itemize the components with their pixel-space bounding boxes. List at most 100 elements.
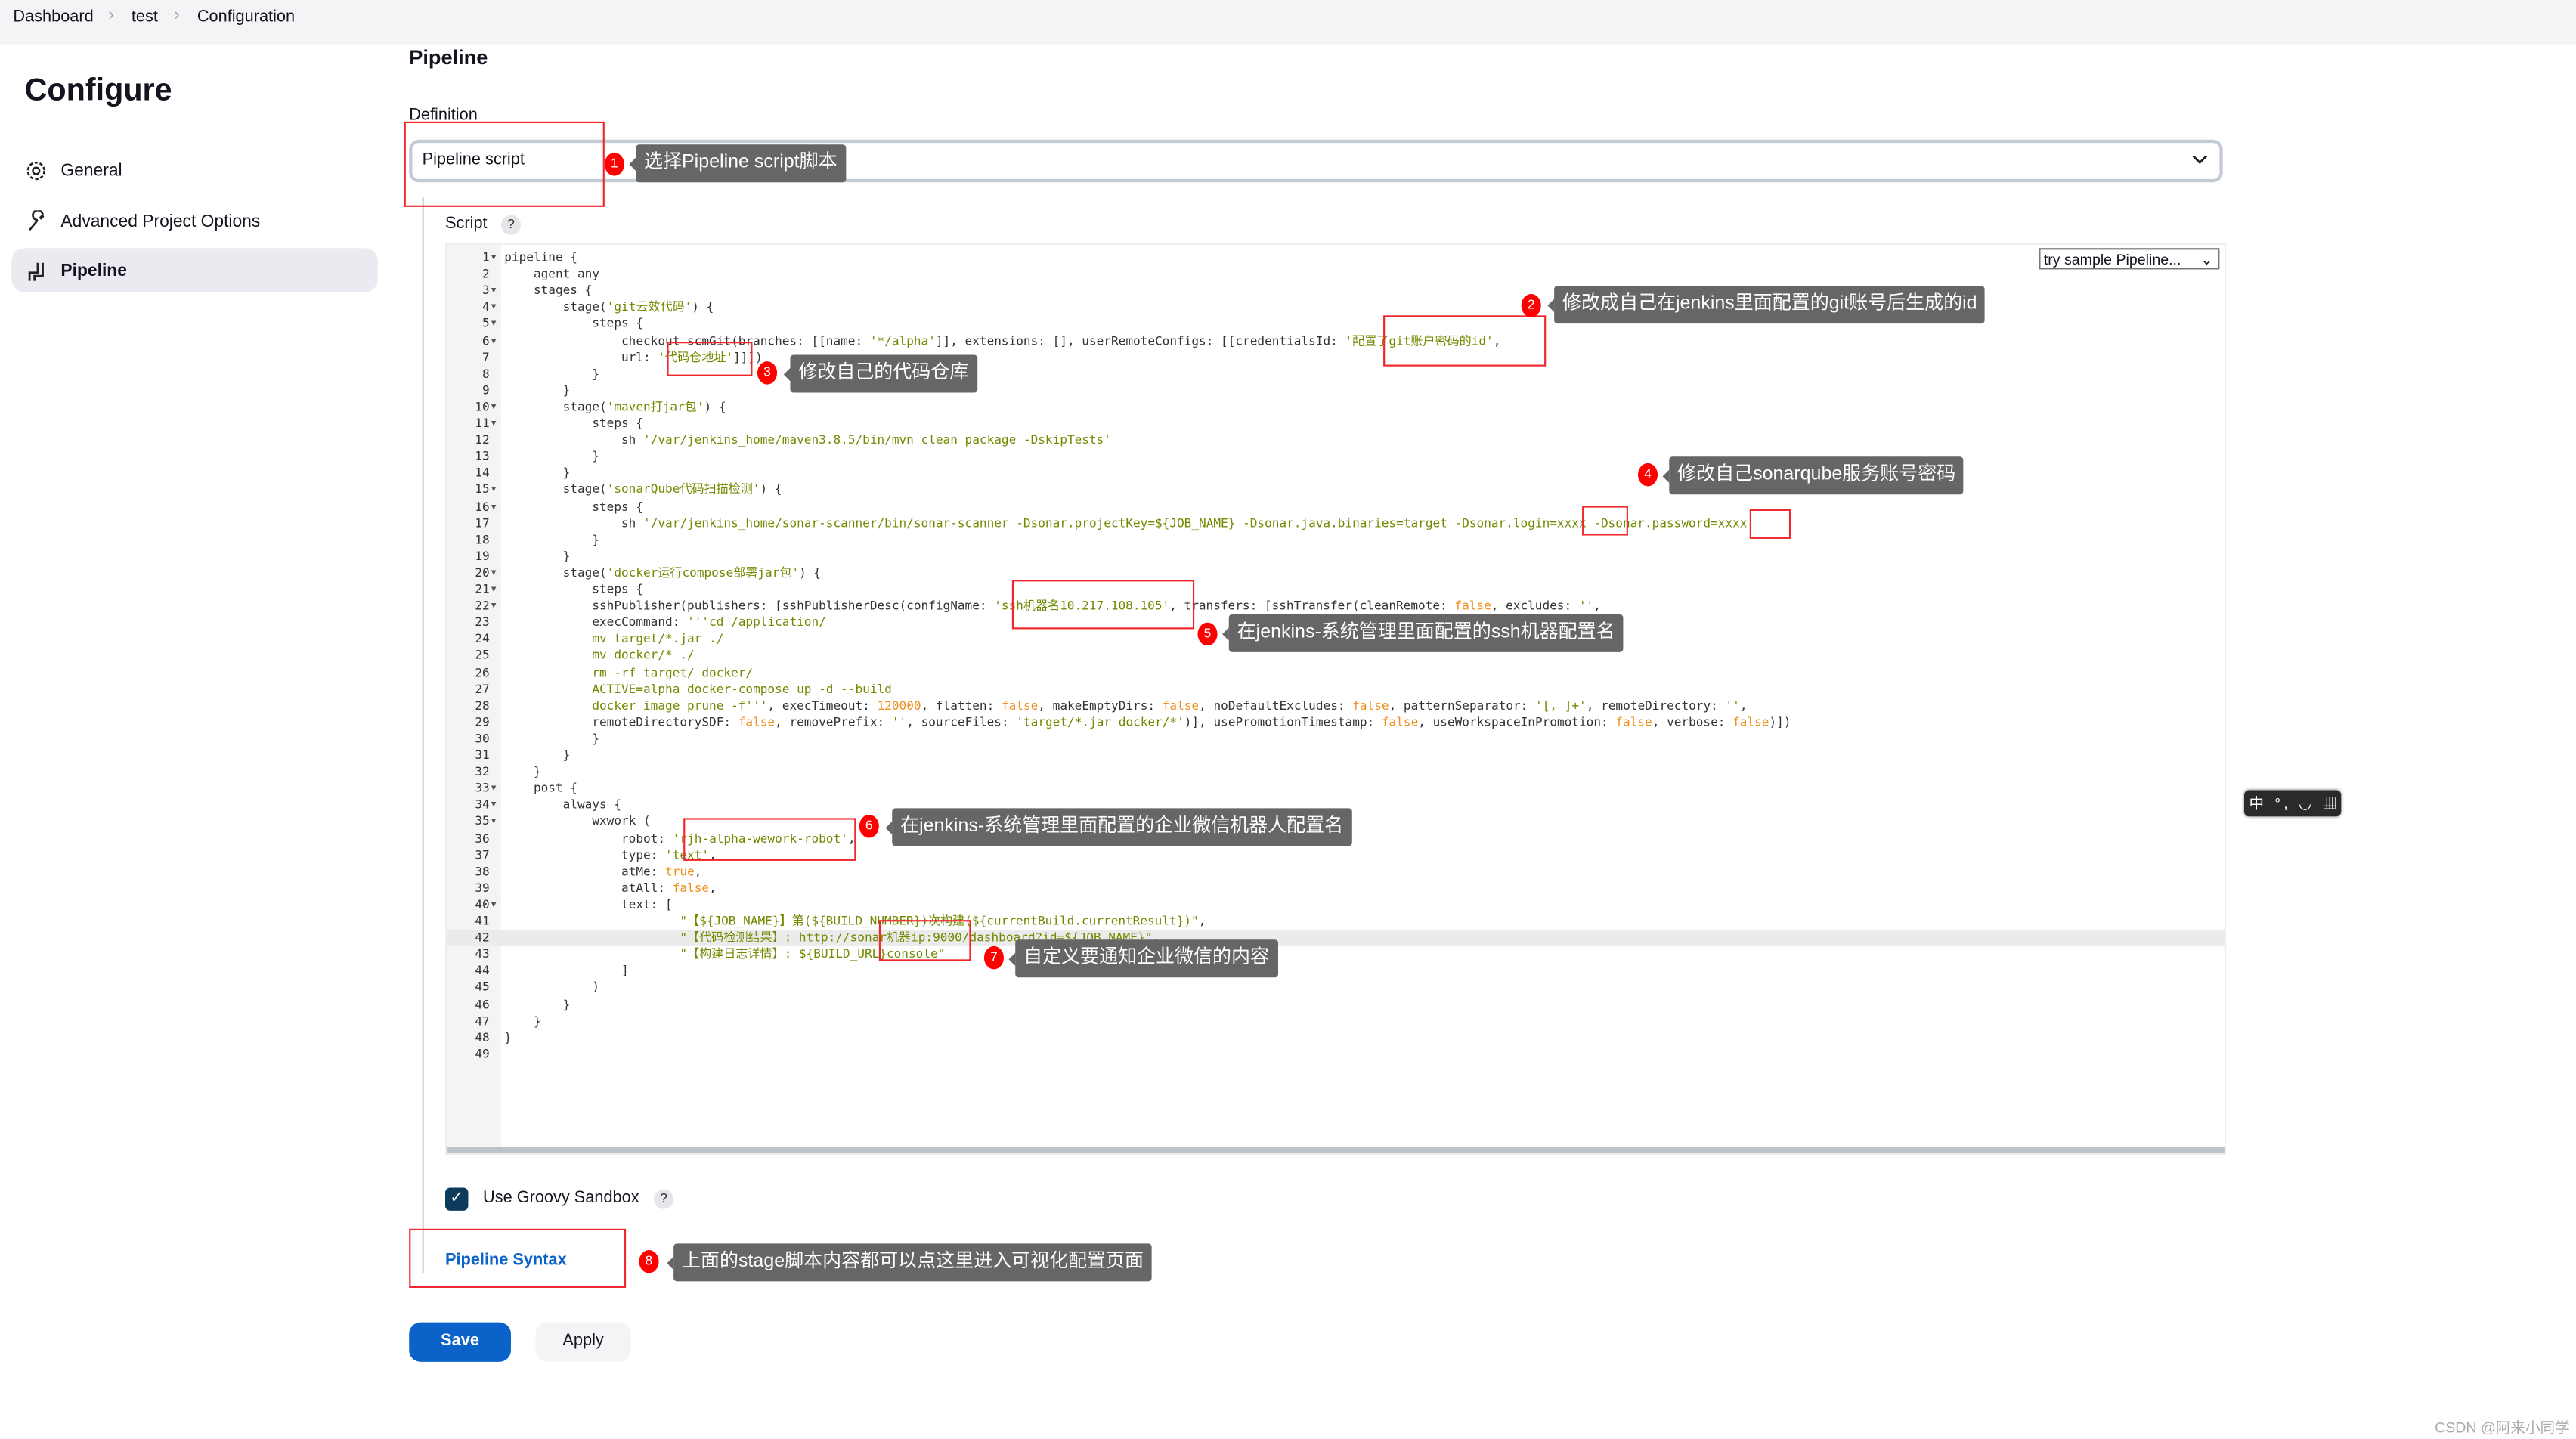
sidebar-item-label: General — [60, 159, 122, 180]
code-token: execCommand: — [504, 614, 688, 630]
fold-arrow-icon[interactable]: ▼ — [491, 598, 497, 614]
code-line[interactable]: 42 "【代码检测结果】: http://sonar机器ip:9000/dash… — [447, 930, 2225, 947]
code-line[interactable]: 21 ▼ steps { — [447, 581, 2225, 598]
fold-arrow-icon[interactable]: ▼ — [491, 482, 497, 499]
horizontal-scrollbar[interactable] — [447, 1147, 2225, 1153]
code-line[interactable]: 10 ▼ stage('maven打jar包') { — [447, 399, 2225, 416]
fold-arrow-icon[interactable]: ▼ — [491, 416, 497, 432]
code-line[interactable]: 1 ▼ pipeline { — [447, 249, 2225, 266]
code-line[interactable]: 48} — [447, 1029, 2225, 1046]
code-token: } — [504, 996, 571, 1011]
code-line[interactable]: 38 atMe: true, — [447, 864, 2225, 880]
pipeline-syntax-link[interactable]: Pipeline Syntax — [445, 1252, 567, 1270]
try-sample-pipeline-select[interactable]: try sample Pipeline... ⌄ — [2039, 248, 2220, 270]
sidebar-item-general[interactable]: General — [11, 148, 378, 193]
code-token: } — [504, 1029, 512, 1044]
code-line[interactable]: 39 atAll: false, — [447, 880, 2225, 897]
groovy-sandbox-label: Use Groovy Sandbox — [483, 1189, 639, 1208]
line-number: 18 — [475, 531, 490, 547]
fold-arrow-icon[interactable]: ▼ — [491, 333, 497, 349]
code-line[interactable]: 12 sh '/var/jenkins_home/maven3.8.5/bin/… — [447, 432, 2225, 449]
code-line[interactable]: 43 "【构建日志详情】: ${BUILD_URL}console" — [447, 946, 2225, 963]
help-icon[interactable]: ? — [654, 1189, 674, 1209]
line-number: 9 — [482, 382, 490, 398]
code-line[interactable]: 26 rm -rf target/ docker/ — [447, 664, 2225, 681]
code-line[interactable]: 44 ] — [447, 963, 2225, 979]
annotation-badge: 3 — [757, 361, 778, 385]
code-line[interactable]: 11 ▼ steps { — [447, 416, 2225, 432]
fold-arrow-icon[interactable]: ▼ — [491, 565, 497, 581]
code-token: )]) — [1769, 714, 1791, 729]
chevron-right-icon: › — [108, 6, 114, 25]
code-token: , — [694, 863, 702, 879]
code-token: , noDefaultExcludes: — [1199, 698, 1353, 713]
fold-arrow-icon[interactable]: ▼ — [491, 399, 497, 416]
line-number: 23 — [475, 614, 490, 630]
code-line[interactable]: 40 ▼ text: [ — [447, 896, 2225, 913]
code-text: agent any — [504, 266, 599, 283]
code-line[interactable]: 32 } — [447, 764, 2225, 781]
code-line[interactable]: 6 ▼ checkout scmGit(branches: [[name: '*/… — [447, 333, 2225, 349]
code-line[interactable]: 49 — [447, 1046, 2225, 1063]
code-token: post { — [504, 780, 577, 796]
annotation-badge: 4 — [1637, 463, 1658, 487]
code-line[interactable]: 7 url: '代码仓地址']]]) — [447, 349, 2225, 366]
fold-arrow-icon[interactable]: ▼ — [491, 316, 497, 333]
code-line[interactable]: 8 } — [447, 366, 2225, 382]
code-line[interactable]: 19 } — [447, 549, 2225, 565]
groovy-sandbox-checkbox[interactable]: ✓ — [445, 1187, 469, 1211]
fold-arrow-icon[interactable]: ▼ — [491, 249, 497, 266]
apply-button[interactable]: Apply — [535, 1322, 631, 1362]
annotation-badge: 1 — [604, 153, 624, 176]
ime-toolbar[interactable]: 中 °, ◡ ▦ S — [2244, 790, 2342, 837]
code-line[interactable]: 37 type: 'text', — [447, 847, 2225, 864]
annotation-badge: 8 — [639, 1250, 659, 1273]
code-line[interactable]: 28 docker image prune -f''', execTimeout… — [447, 698, 2225, 714]
code-line[interactable]: 29 remoteDirectorySDF: false, removePref… — [447, 714, 2225, 731]
code-text: steps { — [504, 316, 643, 333]
breadcrumb-test[interactable]: test — [132, 8, 158, 26]
line-number: 4 — [482, 299, 490, 314]
code-line[interactable]: 20 ▼ stage('docker运行compose部署jar包') { — [447, 565, 2225, 581]
save-button[interactable]: Save — [409, 1322, 511, 1362]
fold-arrow-icon[interactable]: ▼ — [491, 499, 497, 515]
line-number: 13 — [475, 448, 490, 464]
breadcrumb-dashboard[interactable]: Dashboard — [13, 8, 93, 26]
line-number: 3 — [482, 283, 490, 298]
sidebar-item-advanced-project-options[interactable]: Advanced Project Options — [11, 199, 378, 243]
code-line[interactable]: 16 ▼ steps { — [447, 499, 2225, 515]
code-line[interactable]: 9 } — [447, 382, 2225, 399]
fold-arrow-icon[interactable]: ▼ — [491, 896, 497, 913]
code-line[interactable]: 46 } — [447, 996, 2225, 1013]
code-token: } — [504, 366, 600, 381]
code-line[interactable]: 2 agent any — [447, 266, 2225, 283]
help-icon[interactable]: ? — [500, 215, 521, 235]
code-token: '/var/jenkins_home/maven3.8.5/bin/mvn cl… — [643, 432, 1111, 447]
code-line[interactable]: 41 "【${JOB_NAME}】第(${BUILD_NUMBER})次构建($… — [447, 913, 2225, 930]
script-editor[interactable]: 1 ▼ pipeline {2 agent any 3 ▼ stages {4 ▼ sta… — [445, 243, 2227, 1155]
code-token: ]], extensions: [], userRemoteConfigs: [… — [935, 333, 1345, 348]
code-line[interactable]: 30 } — [447, 731, 2225, 747]
code-line[interactable]: 27 ACTIVE=alpha docker-compose up -d --b… — [447, 681, 2225, 698]
breadcrumb-configuration[interactable]: Configuration — [197, 8, 295, 26]
fold-arrow-icon[interactable]: ▼ — [491, 283, 497, 299]
fold-arrow-icon[interactable]: ▼ — [491, 299, 497, 316]
fold-arrow-icon[interactable]: ▼ — [491, 781, 497, 797]
fold-arrow-icon[interactable]: ▼ — [491, 814, 497, 831]
code-token: agent any — [504, 266, 600, 281]
code-line[interactable]: 45 ) — [447, 979, 2225, 996]
chevron-down-icon: ⌄ — [2200, 251, 2213, 268]
code-line[interactable]: 18 } — [447, 532, 2225, 549]
code-line[interactable]: 22 ▼ sshPublisher(publishers: [sshPublish… — [447, 598, 2225, 614]
code-line[interactable]: 47 } — [447, 1013, 2225, 1029]
code-line[interactable]: 33 ▼ post { — [447, 781, 2225, 797]
fold-arrow-icon[interactable]: ▼ — [491, 581, 497, 598]
sidebar-item-pipeline[interactable]: Pipeline — [11, 248, 378, 292]
code-line[interactable]: 17 sh '/var/jenkins_home/sonar-scanner/b… — [447, 515, 2225, 532]
code-text: docker image prune -f''', execTimeout: 1… — [504, 698, 1747, 714]
code-token: , — [1593, 598, 1601, 613]
line-number: 14 — [475, 465, 490, 481]
code-line[interactable]: 31 } — [447, 747, 2225, 764]
fold-arrow-icon[interactable]: ▼ — [491, 797, 497, 814]
